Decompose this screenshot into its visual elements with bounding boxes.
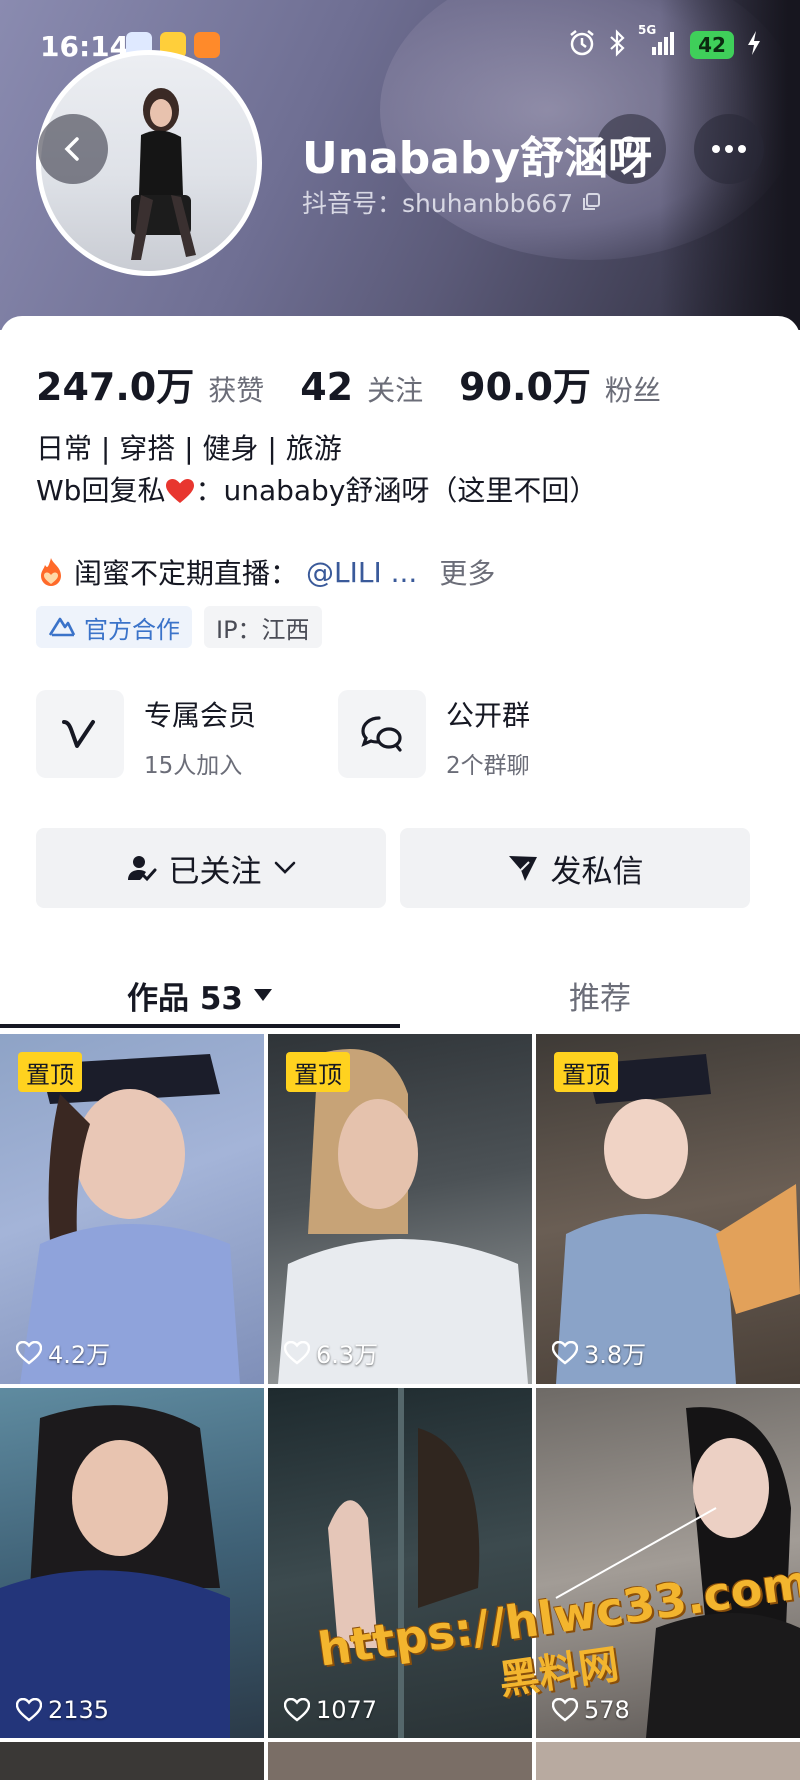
followers-count[interactable]: 90.0万 — [459, 356, 591, 411]
profile-page: 16:14 5G 42 Unababy舒涵呀 抖音号：shuhanbb667 2… — [0, 0, 800, 1780]
profile-stats: 247.0万 获赞 42 关注 90.0万 粉丝 — [36, 356, 697, 411]
chevron-down-icon — [274, 861, 295, 874]
chat-icon — [338, 690, 426, 778]
tab-works[interactable]: 作品 53 — [0, 956, 400, 1034]
public-group-subtitle: 2个群聊 — [446, 753, 530, 779]
profile-tags: 官方合作 IP：江西 — [36, 606, 322, 648]
video-likes-count: 3.8万 — [584, 1341, 647, 1369]
back-button[interactable] — [38, 114, 108, 184]
video-likes: 1077 — [284, 1696, 377, 1724]
video-grid: 置顶 4.2万 置顶 6.3万 置顶 3.8万 2135 1077 578 — [0, 1034, 800, 1780]
video-likes: 578 — [552, 1696, 630, 1724]
official-collab-label: 官方合作 — [84, 615, 180, 644]
pinned-badge: 置顶 — [286, 1052, 350, 1092]
membership-subtitle: 15人加入 — [144, 753, 243, 779]
video-thumbnail[interactable]: 2135 — [0, 1388, 264, 1738]
likes-label: 获赞 — [208, 374, 265, 407]
v-icon — [36, 690, 124, 778]
bio-line-2-suffix: ：unababy舒涵呀（这里不回） — [195, 474, 598, 507]
profile-bio: 日常 | 穿搭 | 健身 | 旅游 Wb回复私 ：unababy舒涵呀（这里不回） — [36, 428, 597, 512]
message-button[interactable]: 发私信 — [400, 828, 750, 908]
ip-location-tag: IP：江西 — [204, 606, 322, 648]
video-thumbnail-image — [555, 1407, 800, 1738]
tab-recommend-label: 推荐 — [569, 980, 631, 1017]
video-thumbnail[interactable]: 置顶 6.3万 — [268, 1034, 532, 1384]
following-button-label: 已关注 — [168, 853, 262, 890]
profile-info-card: 247.0万 获赞 42 关注 90.0万 粉丝 日常 | 穿搭 | 健身 | … — [0, 316, 800, 1036]
user-check-icon — [127, 856, 156, 882]
likes-count[interactable]: 247.0万 — [36, 356, 194, 411]
following-count[interactable]: 42 — [300, 365, 353, 409]
video-thumbnail[interactable] — [268, 1742, 532, 1780]
video-likes: 4.2万 — [16, 1335, 110, 1370]
heart-outline-icon — [16, 1340, 42, 1365]
caret-down-icon — [253, 989, 272, 1001]
video-thumbnail[interactable]: 578 — [536, 1388, 800, 1738]
copy-icon[interactable] — [581, 192, 601, 212]
followers-label: 粉丝 — [604, 374, 661, 407]
video-likes: 6.3万 — [284, 1335, 378, 1370]
douyin-id-row[interactable]: 抖音号：shuhanbb667 — [302, 184, 601, 220]
network-type: 5G — [638, 23, 657, 37]
video-thumbnail[interactable]: 1077 — [268, 1388, 532, 1738]
mention-link[interactable]: @LILI ... — [306, 556, 417, 589]
official-collab-tag[interactable]: 官方合作 — [36, 606, 192, 648]
following-label: 关注 — [367, 374, 424, 407]
video-likes-count: 578 — [584, 1696, 630, 1724]
heart-outline-icon — [552, 1698, 578, 1722]
video-likes-count: 4.2万 — [48, 1341, 111, 1369]
tab-recommend[interactable]: 推荐 — [400, 956, 800, 1034]
heart-outline-icon — [284, 1340, 310, 1365]
battery-indicator: 42 — [690, 31, 734, 59]
video-thumbnail-image — [0, 1405, 230, 1738]
heart-outline-icon — [284, 1698, 310, 1722]
video-thumbnail[interactable]: 置顶 4.2万 — [0, 1034, 264, 1384]
pinned-badge: 置顶 — [18, 1052, 82, 1092]
membership-entry[interactable]: 专属会员 15人加入 — [36, 690, 256, 780]
ip-location-label: IP：江西 — [216, 615, 310, 644]
fire-heart-icon — [41, 558, 61, 586]
official-collab-icon — [48, 617, 76, 637]
bio-line-2: Wb回复私 ：unababy舒涵呀（这里不回） — [36, 470, 597, 512]
video-thumbnail[interactable] — [536, 1742, 800, 1780]
content-tabs: 作品 53 推荐 — [0, 956, 800, 1034]
bio-more-link[interactable]: 更多 — [439, 552, 495, 592]
video-thumbnail[interactable] — [0, 1742, 264, 1780]
following-button[interactable]: 已关注 — [36, 828, 386, 908]
message-button-label: 发私信 — [550, 853, 644, 890]
more-dots-icon — [712, 145, 746, 153]
pinned-badge: 置顶 — [554, 1052, 618, 1092]
heart-emoji-icon — [166, 479, 195, 503]
bio-line-2-prefix: Wb回复私 — [36, 474, 166, 507]
public-group-entry[interactable]: 公开群 2个群聊 — [338, 690, 530, 780]
heart-outline-icon — [552, 1340, 578, 1365]
membership-title: 专属会员 — [144, 699, 257, 732]
signal-icon: 5G — [638, 23, 678, 61]
bio-line-1: 日常 | 穿搭 | 健身 | 旅游 — [36, 432, 342, 465]
live-text: 闺蜜不定期直播： — [74, 557, 299, 590]
video-likes-count: 6.3万 — [316, 1341, 379, 1369]
bluetooth-icon — [608, 29, 626, 61]
douyin-id: 抖音号：shuhanbb667 — [302, 189, 574, 218]
public-group-title: 公开群 — [446, 699, 531, 732]
send-icon — [508, 856, 537, 881]
more-button[interactable] — [694, 114, 764, 184]
active-tab-indicator — [0, 1024, 400, 1028]
video-likes-count: 2135 — [48, 1696, 110, 1724]
chevron-left-icon — [64, 137, 79, 161]
alarm-icon — [568, 29, 596, 61]
heart-outline-icon — [16, 1698, 42, 1722]
video-thumbnail-image — [328, 1388, 480, 1738]
charging-icon — [746, 29, 762, 61]
reader-notification-icon — [194, 32, 220, 58]
video-thumbnail[interactable]: 置顶 3.8万 — [536, 1034, 800, 1384]
live-notice[interactable]: 闺蜜不定期直播： @LILI ... 更多 — [36, 552, 495, 592]
profile-actions: 已关注 发私信 — [36, 828, 750, 908]
profile-features: 专属会员 15人加入 公开群 2个群聊 — [36, 690, 766, 782]
video-likes: 2135 — [16, 1696, 109, 1724]
profile-nickname: Unababy舒涵呀 — [302, 133, 653, 184]
tab-works-label: 作品 53 — [127, 980, 243, 1017]
video-likes-count: 1077 — [316, 1696, 378, 1724]
video-likes: 3.8万 — [552, 1335, 646, 1370]
